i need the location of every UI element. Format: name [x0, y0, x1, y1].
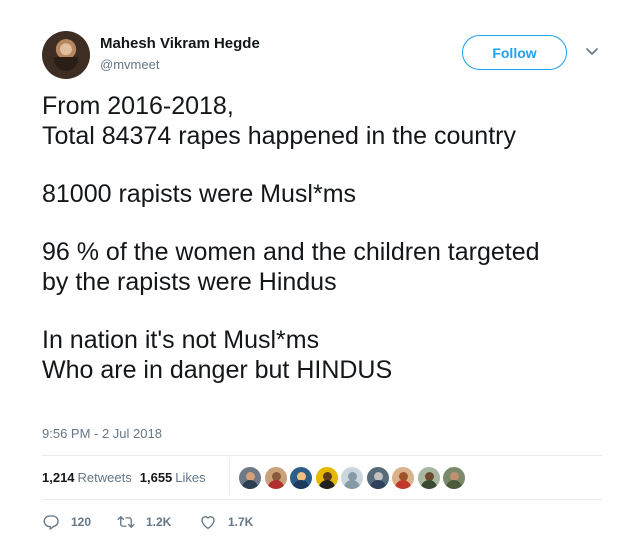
follow-button[interactable]: Follow: [462, 35, 567, 70]
like-button[interactable]: 1.7K: [199, 513, 279, 531]
tweet-text-gap: [42, 209, 602, 237]
tweet-text-gap: [42, 297, 602, 325]
avatar-body: [395, 480, 411, 489]
tweet-text-line: 81000 rapists were Musl*ms: [42, 180, 357, 208]
likes-label: Likes: [175, 470, 206, 485]
avatar-body: [420, 480, 437, 489]
likes-stat[interactable]: 1,655 Likes: [140, 470, 206, 485]
retweet-count: 1.2K: [146, 515, 172, 529]
liker-avatar[interactable]: [442, 466, 466, 490]
tweet-text-gap: [42, 151, 602, 179]
liker-avatar[interactable]: [365, 466, 390, 490]
liker-avatars: [238, 466, 468, 490]
retweets-stat[interactable]: 1,214 Retweets: [42, 470, 132, 485]
liker-avatar[interactable]: [314, 466, 339, 490]
tweet-text: From 2016-2018, Total 84374 rapes happen…: [42, 91, 602, 385]
retweets-count: 1,214: [42, 470, 75, 485]
tweet-text-line: Total 84374 rapes happened in the countr…: [42, 122, 516, 150]
reply-icon: [42, 513, 60, 531]
retweet-icon: [117, 513, 135, 531]
author-display-name[interactable]: Mahesh Vikram Hegde: [100, 35, 260, 52]
reply-button[interactable]: 120: [42, 513, 117, 531]
tweet-stats: 1,214 Retweets 1,655 Likes: [42, 470, 214, 485]
divider: [42, 455, 602, 456]
likes-count: 1,655: [139, 470, 173, 485]
tweet-text-line: by the rapists were Hindus: [42, 268, 337, 296]
avatar-body: [293, 480, 309, 489]
tweet-timestamp[interactable]: 9:56 PM - 2 Jul 2018: [42, 426, 162, 441]
author-avatar[interactable]: [42, 31, 90, 79]
liker-avatar[interactable]: [340, 466, 364, 490]
like-count: 1.7K: [228, 515, 254, 529]
chevron-down-icon[interactable]: [584, 44, 600, 60]
liker-avatar[interactable]: [289, 466, 313, 490]
heart-icon: [199, 513, 217, 531]
retweets-label: Retweets: [77, 470, 132, 485]
liker-avatar[interactable]: [391, 466, 415, 490]
stats-separator: [229, 459, 230, 495]
avatar-body: [267, 480, 284, 489]
tweet-text-line: 96 % of the women and the children targe…: [42, 238, 540, 266]
reply-count: 120: [71, 515, 92, 529]
liker-avatar[interactable]: [263, 466, 288, 490]
divider: [42, 499, 602, 500]
liker-avatar[interactable]: [238, 466, 262, 490]
tweet-text-line: Who are in danger but HINDUS: [42, 356, 393, 384]
tweet-text-line: From 2016-2018,: [42, 92, 234, 120]
tweet-text-line: In nation it's not Musl*ms: [42, 326, 320, 354]
avatar-body: [318, 480, 335, 489]
tweet-actions: 120 1.2K 1.7K: [42, 513, 279, 531]
avatar-body: [446, 480, 462, 489]
tweet-card: Mahesh Vikram Hegde @mvmeet Follow From …: [0, 0, 640, 560]
author-handle[interactable]: @mvmeet: [100, 57, 159, 72]
avatar-body: [242, 480, 258, 489]
avatar-body: [369, 480, 386, 489]
retweet-button[interactable]: 1.2K: [117, 513, 199, 531]
liker-avatar[interactable]: [416, 466, 441, 490]
avatar-body: [344, 480, 360, 489]
